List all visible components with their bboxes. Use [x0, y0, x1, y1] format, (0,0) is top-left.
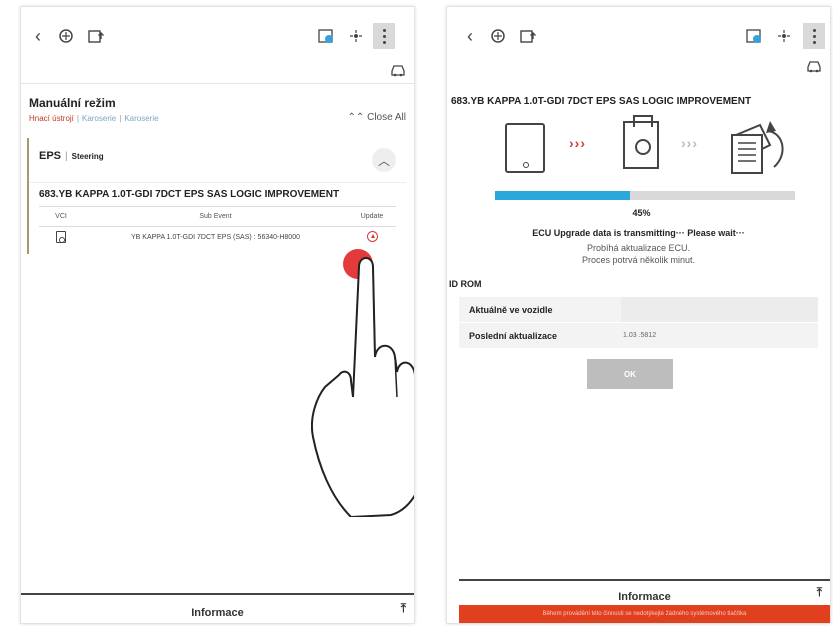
sub-event-table: VCI Sub Event Update YB KAPPA 1.0T-GDI 7…	[39, 206, 396, 249]
info-footer[interactable]: Informace ⤒	[21, 593, 414, 623]
status-message: ECU Upgrade data is transmitting··· Plea…	[532, 228, 745, 238]
expand-icon[interactable]: ⤒	[817, 585, 822, 600]
status-message-cz-2: Proces potrvá několik minut.	[581, 255, 696, 265]
left-screen: ‹ Manuální režim Hnací ústrojí | Karoserie…	[20, 6, 415, 624]
progress-fill	[495, 191, 630, 200]
top-toolbar: ‹	[21, 7, 414, 63]
rom-value: 1.03 .5812	[623, 332, 657, 339]
sub-event-cell: YB KAPPA 1.0T-GDI 7DCT EPS (SAS) : 56340…	[131, 234, 300, 242]
eps-sub-label: Steering	[71, 152, 104, 161]
car-icon[interactable]	[390, 63, 406, 82]
back-icon[interactable]: ‹	[27, 25, 49, 47]
eps-header: EPS | Steering ︿	[29, 138, 406, 182]
calendar-icon[interactable]	[743, 25, 765, 47]
progress-percent: 45%	[632, 208, 651, 218]
progress-bar	[495, 191, 795, 200]
breadcrumb-separator: |	[76, 114, 79, 123]
more-menu-icon[interactable]	[803, 23, 825, 49]
vehicle-scan-icon[interactable]	[55, 25, 77, 47]
info-footer-label: Informace	[618, 591, 671, 603]
double-chevron-up-icon: ⌃⌃	[347, 112, 365, 123]
calendar-icon[interactable]	[315, 25, 337, 47]
breadcrumb-item[interactable]: Karoserie	[124, 114, 158, 123]
more-menu-icon[interactable]	[373, 23, 395, 49]
ok-button[interactable]: OK	[587, 359, 673, 389]
ecu-icon	[731, 121, 784, 174]
vehicle-bar	[447, 61, 830, 83]
upload-icon[interactable]	[85, 25, 107, 47]
vci-device-icon	[623, 115, 659, 169]
rom-label: Poslední aktualizace	[469, 330, 558, 341]
upload-icon[interactable]	[517, 25, 539, 47]
arrows-active-icon: ›››	[569, 135, 586, 151]
arrows-pending-icon: ›››	[681, 135, 698, 151]
table-row: Aktuálně ve vozidle	[459, 297, 818, 323]
right-screen: ‹ 683.YB KAPPA 1.0T-GDI 7DCT EPS SAS LOG…	[446, 6, 831, 624]
breadcrumb-item[interactable]: Hnací ústrojí	[29, 114, 74, 123]
vehicle-bar	[21, 63, 414, 83]
top-toolbar: ‹	[447, 7, 830, 63]
status-message-cz: Probíhá aktualizace ECU.	[586, 243, 691, 253]
vci-device-icon	[56, 230, 66, 243]
transfer-diagram: ››› ›››	[447, 115, 830, 185]
eps-label: EPS	[39, 150, 62, 162]
info-footer-label: Informace	[191, 607, 244, 619]
vehicle-scan-icon[interactable]	[487, 25, 509, 47]
close-all-button[interactable]: ⌃⌃ Close All	[348, 112, 406, 123]
vci-cell	[39, 227, 83, 249]
event-title: 683.YB KAPPA 1.0T-GDI 7DCT EPS SAS LOGIC…	[451, 96, 752, 107]
eps-section: EPS | Steering ︿ 683.YB KAPPA 1.0T-GDI 7DC…	[27, 138, 406, 254]
target-icon[interactable]	[773, 25, 795, 47]
tablet-icon	[505, 123, 545, 173]
update-icon[interactable]	[366, 231, 378, 243]
expand-icon[interactable]: ⤒	[401, 601, 406, 616]
close-all-label: Close All	[367, 112, 406, 123]
target-icon[interactable]	[345, 25, 367, 47]
column-header-update: Update	[348, 206, 396, 227]
eps-separator: |	[65, 151, 68, 162]
rom-label: Aktuálně ve vozidle	[469, 304, 553, 315]
table-row: Poslední aktualizace 1.03 .5812	[459, 323, 818, 349]
table-row[interactable]: YB KAPPA 1.0T-GDI 7DCT EPS (SAS) : 56340…	[39, 227, 396, 249]
breadcrumb-item[interactable]: Karoserie	[82, 114, 116, 123]
breadcrumb: Hnací ústrojí | Karoserie | Karoserie ⌃⌃ Clo…	[29, 112, 414, 132]
event-title: 683.YB KAPPA 1.0T-GDI 7DCT EPS SAS LOGIC…	[29, 182, 406, 206]
info-footer[interactable]: Informace ⤒	[459, 579, 830, 605]
update-cell	[348, 227, 396, 249]
warning-bar: Během provádění této činnosti se nedotýk…	[459, 605, 830, 623]
chevron-up-icon[interactable]: ︿	[372, 148, 396, 172]
idrom-title: ID ROM	[449, 279, 482, 289]
breadcrumb-separator: |	[119, 114, 122, 123]
rom-value	[621, 297, 818, 322]
divider	[21, 83, 414, 84]
column-header-sub-event: Sub Event	[83, 206, 348, 227]
car-icon[interactable]	[806, 59, 822, 78]
page-title: Manuální režim	[29, 96, 116, 110]
hand-pointer-icon	[311, 257, 414, 517]
idrom-table: Aktuálně ve vozidle Poslední aktualizace…	[459, 297, 818, 349]
column-header-vci: VCI	[39, 206, 83, 227]
back-icon[interactable]: ‹	[459, 25, 481, 47]
